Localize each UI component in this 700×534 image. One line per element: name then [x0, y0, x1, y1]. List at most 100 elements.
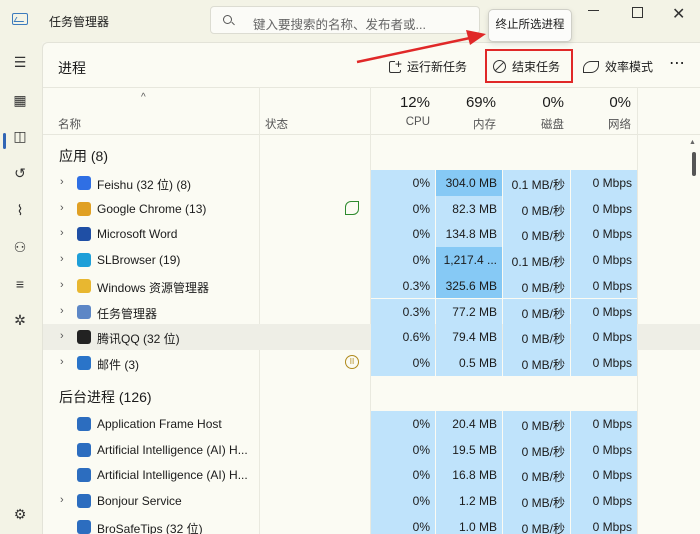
chrome-icon — [77, 201, 91, 216]
process-row[interactable]: › Feishu (32 位) (8) 0% 304.0 MB 0.1 MB/秒 0 Mb… — [43, 170, 700, 196]
search-box[interactable]: 键入要搜索的名称、发布者或... — [210, 6, 480, 34]
expand-chevron-icon[interactable]: › — [60, 176, 64, 188]
process-row[interactable]: › Bonjour Service 0% 1.2 MB 0 MB/秒 0 Mbps — [43, 488, 700, 514]
run-new-task-button[interactable]: 运行新任务 — [389, 57, 467, 75]
memory-cell: 1,217.4 ... — [436, 247, 502, 273]
cpu-cell: 0% — [371, 247, 435, 273]
disk-cell: 0 MB/秒 — [503, 221, 570, 248]
process-row[interactable]: › 任务管理器 0.3% 77.2 MB 0 MB/秒 0 Mbps — [43, 298, 700, 325]
left-nav: ☰ ▦ ◫ ↺ ⌇ ⚇ ≡ ✲ ⚙ — [0, 42, 42, 534]
cpu-total: 12% — [399, 94, 430, 111]
column-network[interactable]: 网络 — [571, 116, 631, 132]
memory-cell: 79.4 MB — [436, 324, 502, 350]
process-row[interactable]: BroSafeTips (32 位) 0% 1.0 MB 0 MB/秒 0 Mbps — [43, 513, 700, 534]
cpu-cell: 0% — [371, 513, 435, 534]
process-row[interactable]: › 腾讯QQ (32 位) 0.6% 79.4 MB 0 MB/秒 0 Mbps — [43, 324, 700, 350]
expand-chevron-icon[interactable]: › — [60, 356, 64, 368]
network-cell: 0 Mbps — [571, 221, 637, 248]
network-cell: 0 Mbps — [571, 247, 637, 273]
paused-icon: II — [345, 354, 359, 369]
settings-gear-icon[interactable]: ⚙ — [10, 504, 30, 524]
column-status[interactable]: 状态 — [265, 116, 288, 132]
column-cpu[interactable]: CPU — [370, 116, 430, 128]
end-selected-process-tooltip[interactable]: 终止所选进程 — [488, 9, 572, 42]
cpu-cell: 0% — [371, 349, 435, 376]
expand-chevron-icon[interactable]: › — [60, 494, 64, 506]
memory-cell: 304.0 MB — [436, 170, 502, 196]
process-row[interactable]: › Google Chrome (13) 0% 82.3 MB 0 MB/秒 0 Mbps — [43, 195, 700, 222]
process-row[interactable]: Artificial Intelligence (AI) H... 0% 19.5 … — [43, 436, 700, 463]
disk-cell: 0 MB/秒 — [503, 436, 570, 463]
word-icon — [77, 227, 91, 242]
search-icon — [223, 15, 232, 24]
column-name[interactable]: 名称 — [58, 116, 81, 132]
process-name: Feishu (32 位) (8) — [97, 178, 192, 192]
slbrowser-icon — [77, 253, 91, 268]
maximize-button[interactable] — [632, 7, 643, 18]
expand-chevron-icon[interactable]: › — [60, 253, 64, 265]
process-row[interactable]: › 邮件 (3) II 0% 0.5 MB 0 MB/秒 0 Mbps — [43, 349, 700, 376]
hamburger-menu-icon[interactable]: ☰ — [10, 52, 30, 72]
feishu-icon — [77, 176, 91, 190]
scroll-up-arrow[interactable]: ▲ — [689, 139, 696, 146]
column-memory[interactable]: 内存 — [436, 116, 496, 132]
expand-chevron-icon[interactable]: › — [60, 202, 64, 214]
performance-icon[interactable]: ◫ — [10, 126, 30, 146]
network-cell: 0 Mbps — [571, 272, 637, 299]
network-cell: 0 Mbps — [571, 462, 637, 489]
expand-chevron-icon[interactable]: › — [60, 330, 64, 342]
details-icon[interactable]: ≡ — [10, 274, 30, 294]
app-history-icon[interactable]: ↺ — [10, 163, 30, 183]
disk-cell: 0 MB/秒 — [503, 298, 570, 325]
expand-chevron-icon[interactable]: › — [60, 305, 64, 317]
memory-cell: 134.8 MB — [436, 221, 502, 248]
startup-apps-icon[interactable]: ⌇ — [10, 200, 30, 220]
disk-cell: 0 MB/秒 — [503, 462, 570, 489]
efficiency-leaf-icon — [583, 60, 599, 73]
process-name: Microsoft Word — [97, 227, 178, 242]
column-disk[interactable]: 磁盘 — [504, 116, 564, 132]
process-row[interactable]: Artificial Intelligence (AI) H... 0% 16.8 … — [43, 462, 700, 489]
disk-cell: 0 MB/秒 — [503, 488, 570, 514]
users-icon[interactable]: ⚇ — [10, 237, 30, 257]
network-total: 0% — [609, 94, 631, 111]
minimize-button[interactable] — [588, 10, 599, 12]
process-name: Artificial Intelligence (AI) H... — [97, 468, 247, 483]
process-row[interactable]: › Microsoft Word 0% 134.8 MB 0 MB/秒 0 Mbps — [43, 221, 700, 248]
memory-cell: 77.2 MB — [436, 298, 502, 325]
efficiency-leaf-icon — [345, 200, 359, 215]
expand-chevron-icon[interactable]: › — [60, 279, 64, 291]
memory-cell: 16.8 MB — [436, 462, 502, 489]
disk-cell: 0 MB/秒 — [503, 195, 570, 222]
memory-total: 69% — [465, 94, 496, 111]
cpu-cell: 0% — [371, 462, 435, 489]
more-options-icon[interactable]: ⋯ — [669, 53, 686, 73]
efficiency-mode-button[interactable]: 效率模式 — [583, 58, 653, 75]
task-manager-icon — [77, 304, 91, 319]
processes-icon[interactable]: ▦ — [10, 90, 30, 110]
scrollbar-thumb[interactable] — [692, 152, 696, 176]
nav-active-indicator — [3, 133, 6, 149]
processes-panel: 进程 运行新任务 结束任务 效率模式 ⋯ ^ 名称 状态 12% CPU 69%… — [42, 42, 700, 534]
sort-caret-icon[interactable]: ^ — [141, 92, 146, 103]
process-name: 任务管理器 — [97, 306, 158, 321]
process-row[interactable]: › Windows 资源管理器 0.3% 325.6 MB 0 MB/秒 0 Mbps — [43, 272, 700, 299]
search-input[interactable]: 键入要搜索的名称、发布者或... — [253, 14, 426, 33]
ai-host-icon — [77, 468, 91, 483]
services-icon[interactable]: ✲ — [10, 310, 30, 330]
network-cell: 0 Mbps — [571, 195, 637, 222]
mail-icon — [77, 355, 91, 370]
annotation-highlight-box — [485, 49, 573, 83]
network-cell: 0 Mbps — [571, 411, 637, 437]
network-cell: 0 Mbps — [571, 513, 637, 534]
memory-cell: 1.2 MB — [436, 488, 502, 514]
close-button[interactable]: ✕ — [672, 4, 685, 24]
run-task-icon — [389, 57, 403, 73]
cpu-cell: 0% — [371, 488, 435, 514]
process-row[interactable]: Application Frame Host 0% 20.4 MB 0 MB/秒 0 M… — [43, 411, 700, 437]
process-row[interactable]: › SLBrowser (19) 0% 1,217.4 ... 0.1 MB/秒 0 Mb… — [43, 247, 700, 273]
memory-cell: 82.3 MB — [436, 195, 502, 222]
apps-group-header: 应用 (8) — [59, 148, 108, 164]
process-name: 邮件 (3) — [97, 357, 140, 372]
expand-chevron-icon[interactable]: › — [60, 227, 64, 239]
